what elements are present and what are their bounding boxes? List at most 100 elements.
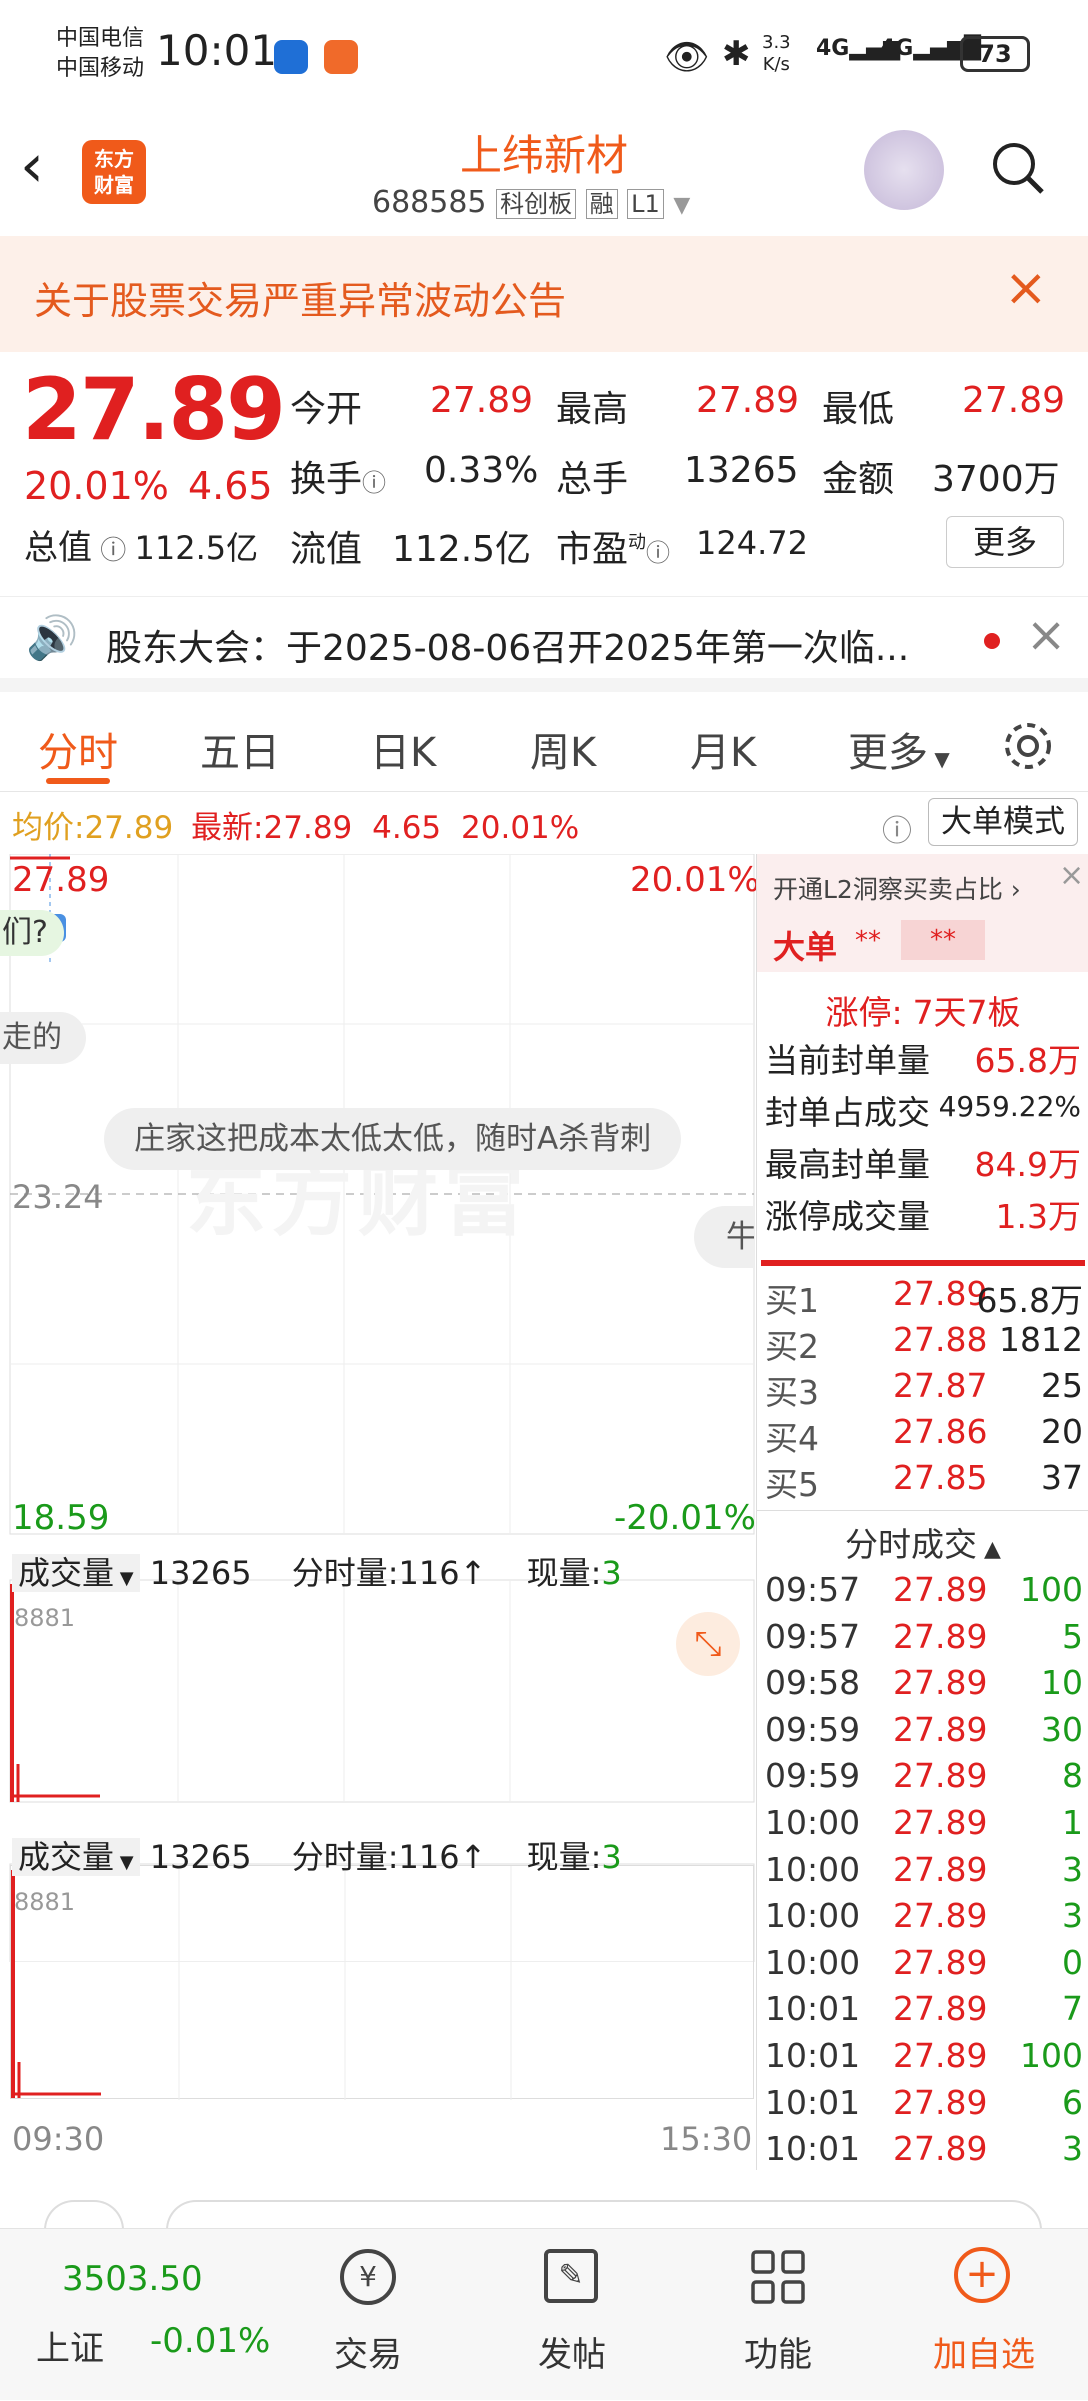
volume-max-2: 8881	[14, 1888, 76, 1916]
tab-5day[interactable]: 五日	[200, 720, 280, 778]
plus-icon: +	[954, 2247, 1010, 2303]
float-label: 流值	[290, 529, 363, 570]
current-price: 27.89	[22, 360, 286, 460]
net-speed: 3.3 K/s	[762, 32, 791, 75]
low-label: 最低	[822, 389, 895, 430]
trade-time: 10:00	[765, 1942, 861, 1982]
trade-price: 27.89	[893, 2036, 988, 2075]
trade-volume: 3	[1062, 1849, 1083, 1889]
stat-value: 65.8万	[974, 1041, 1081, 1080]
clock: 10:01	[156, 26, 278, 75]
trades-title[interactable]: 分时成交 ▲	[757, 1518, 1088, 1566]
robot-avatar-icon[interactable]	[864, 130, 944, 210]
axis-end-time: 15:30	[660, 2120, 753, 2158]
axis-bottom-pct: -20.01%	[614, 1498, 756, 1538]
tab-week-k[interactable]: 周K	[530, 720, 596, 778]
price-chart	[9, 854, 755, 1962]
market-cap: 总值 ⓘ 112.5亿	[24, 528, 259, 568]
big-order-label: 大单	[773, 928, 838, 966]
comment-bubble[interactable]: 庄家这把成本太低太低，随时A杀背刺	[104, 1108, 682, 1170]
trade-price: 27.89	[893, 1756, 988, 1796]
limit-up-info: 涨停: 7天7板	[825, 993, 1021, 1032]
open-value: 27.89	[430, 380, 534, 421]
bottom-nav: 3503.50 上证 -0.01% ¥ 交易 ✎ 发帖 功能 + 加自选	[0, 2228, 1088, 2400]
bid-level: 买2	[765, 1327, 819, 1366]
trade-row: 09:57 27.89 100	[765, 1570, 1085, 1616]
stock-code-line[interactable]: 688585 科创板 融 L1 ▼	[372, 184, 690, 220]
more-button[interactable]: 更多	[946, 516, 1064, 568]
settings-gear-icon[interactable]	[1000, 718, 1056, 774]
trade-time: 09:59	[765, 1709, 861, 1749]
axis-top-price: 27.89	[12, 860, 110, 900]
grid-icon	[750, 2249, 806, 2305]
battery-icon: 73	[960, 36, 1030, 72]
carrier-2: 中国移动	[56, 56, 145, 81]
stat-label: 封单占成交	[765, 1093, 930, 1132]
bid-row[interactable]: 买5 27.85 37	[765, 1458, 1085, 1504]
notice-banner[interactable]: 关于股票交易严重异常波动公告 ×	[0, 236, 1088, 352]
stock-code: 688585	[372, 185, 487, 220]
search-icon[interactable]	[990, 140, 1046, 196]
trade-row: 10:01 27.89 3	[765, 2129, 1085, 2175]
bid-price: 27.85	[893, 1458, 988, 1497]
comment-emoji-icon[interactable]	[44, 2200, 124, 2230]
trade-row: 10:00 27.89 3	[765, 1850, 1085, 1896]
bid-row[interactable]: 买1 27.89 65.8万	[765, 1274, 1085, 1320]
top-bar: ‹ 东方 财富 上纬新材 688585 科创板 融 L1 ▼	[0, 110, 1088, 236]
comment-input[interactable]	[166, 2200, 1042, 2230]
bid-row[interactable]: 买3 27.87 25	[765, 1366, 1085, 1412]
nav-trade[interactable]: ¥ 交易	[288, 2229, 448, 2401]
bid-level: 买5	[765, 1465, 819, 1504]
nav-post[interactable]: ✎ 发帖	[492, 2229, 652, 2401]
nav-add-watchlist[interactable]: + 加自选	[904, 2229, 1064, 2401]
trade-time: 09:57	[765, 1570, 861, 1609]
bid-row[interactable]: 买4 27.86 20	[765, 1412, 1085, 1458]
high-value: 27.89	[696, 380, 800, 421]
trade-price: 27.89	[893, 1942, 988, 1982]
trade-volume: 1	[1062, 1803, 1083, 1842]
status-bar: 中国电信 中国移动 10:01 👁 ✱ 3.3 K/s 4G▂▄▆ 4G▂▄▆█ …	[0, 0, 1088, 110]
turnover-label: 换手ⓘ	[290, 459, 387, 500]
close-icon[interactable]: ×	[1059, 858, 1084, 893]
trade-volume: 3	[1062, 2129, 1083, 2169]
big-order-value-1: **	[855, 926, 881, 956]
trade-price: 27.89	[893, 1616, 988, 1656]
close-icon[interactable]: ×	[1026, 607, 1066, 663]
bid-level: 买3	[765, 1373, 819, 1412]
trade-price: 27.89	[893, 1896, 988, 1936]
announcement-bar[interactable]: 🔊 股东大会：于2025-08-06召开2025年第一次临... ×	[0, 596, 1088, 692]
bid-volume: 37	[1041, 1458, 1083, 1497]
bid-price: 27.89	[893, 1274, 988, 1313]
board-badge: 科创板	[496, 189, 577, 219]
order-panel: 开通L2洞察买卖占比 › × 大单 ** ** 涨停: 7天7板 当前封单量 65.…	[756, 854, 1088, 2170]
trade-time: 10:00	[765, 1849, 861, 1889]
index-change[interactable]: -0.01%	[150, 2321, 270, 2361]
big-order-mode-button[interactable]: 大单模式	[928, 798, 1078, 846]
l2-link[interactable]: 开通L2洞察买卖占比 ›	[773, 870, 1021, 906]
change-amt: 4.65	[188, 464, 273, 508]
comment-bubble[interactable]: 牛	[694, 1206, 754, 1268]
volume-indicator-select[interactable]: 成交量 ▼	[12, 1838, 140, 1876]
tab-day-k[interactable]: 日K	[370, 720, 436, 778]
tab-minute[interactable]: 分时	[38, 720, 118, 778]
seal-stat-row: 当前封单量 65.8万	[765, 1034, 1085, 1080]
level-badge: L1	[627, 189, 664, 219]
expand-icon[interactable]: ⤡	[676, 1612, 740, 1676]
stat-label: 涨停成交量	[765, 1197, 930, 1236]
nav-function[interactable]: 功能	[698, 2229, 858, 2401]
bid-row[interactable]: 买2 27.88 1812	[765, 1320, 1085, 1366]
tab-month-k[interactable]: 月K	[690, 720, 756, 778]
close-icon[interactable]: ×	[1004, 258, 1048, 318]
index-name[interactable]: 上证	[36, 2321, 104, 2370]
l2-promo[interactable]: 开通L2洞察买卖占比 › × 大单 ** **	[757, 854, 1088, 972]
comment-bubble[interactable]: 们?	[0, 910, 64, 956]
tab-more[interactable]: 更多 ▼	[848, 720, 950, 778]
volume-indicator-select[interactable]: 成交量 ▼	[12, 1554, 140, 1592]
index-value[interactable]: 3503.50	[62, 2259, 203, 2299]
comment-bubble[interactable]: 走的	[0, 1012, 86, 1064]
axis-bottom-price: 18.59	[12, 1498, 110, 1538]
trade-price: 27.89	[893, 1803, 988, 1842]
bid-volume: 65.8万	[976, 1281, 1083, 1320]
help-icon[interactable]: ⓘ	[882, 806, 912, 850]
trade-row: 10:00 27.89 3	[765, 1896, 1085, 1942]
